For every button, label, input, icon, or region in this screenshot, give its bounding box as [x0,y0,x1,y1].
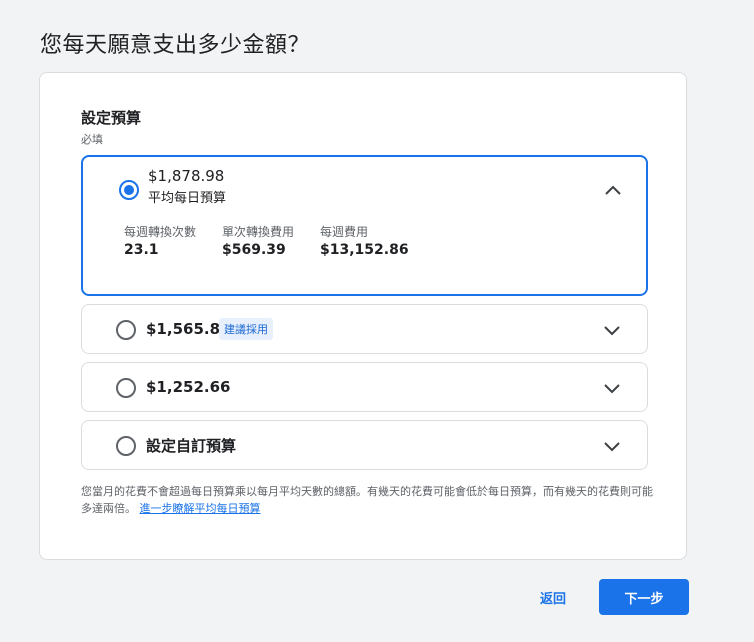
radio-unselected-icon[interactable] [116,378,136,398]
stat-value-cost-per-conversion: $569.39 [222,242,286,258]
radio-selected-icon[interactable] [119,180,139,200]
option-amount: $1,252.66 [146,378,231,396]
learn-more-link[interactable]: 進一步瞭解平均每日預算 [140,502,261,515]
option-subtitle: 平均每日預算 [148,191,227,206]
budget-option-1[interactable]: $1,878.98 平均每日預算 每週轉換次數 23.1 單次轉換費用 $569… [81,155,648,296]
option-amount: $1,878.98 [148,167,225,185]
budget-option-custom[interactable]: 設定自訂預算 [81,420,648,470]
chevron-up-icon[interactable] [603,181,623,201]
chevron-down-icon[interactable] [602,436,622,456]
budget-note: 您當月的花費不會超過每日預算乘以每月平均天數的總額。有幾天的花費可能會低於每日預… [81,483,656,517]
budget-option-3[interactable]: $1,252.66 [81,362,648,412]
back-button[interactable]: 返回 [540,588,566,607]
next-button[interactable]: 下一步 [599,579,689,615]
stat-value-weekly-cost: $13,152.86 [320,242,409,258]
radio-unselected-icon[interactable] [116,436,136,456]
stat-label-weekly-cost: 每週費用 [320,225,369,239]
chevron-down-icon[interactable] [602,378,622,398]
radio-unselected-icon[interactable] [116,320,136,340]
recommended-badge: 建議採用 [219,318,273,340]
stat-label-conversions: 每週轉換次數 [124,225,197,239]
option-amount: $1,565.82 [146,320,231,338]
chevron-down-icon[interactable] [602,320,622,340]
required-label: 必填 [81,133,103,146]
page-title: 您每天願意支出多少金額？ [40,33,311,58]
budget-card: 設定預算 必填 $1,878.98 平均每日預算 每週轉換次數 23.1 單次轉… [39,72,687,560]
section-title: 設定預算 [81,109,142,127]
stat-value-conversions: 23.1 [124,242,159,258]
option-amount: 設定自訂預算 [146,437,237,455]
stat-label-cost-per-conversion: 單次轉換費用 [222,225,295,239]
budget-option-2[interactable]: $1,565.82 建議採用 [81,304,648,354]
